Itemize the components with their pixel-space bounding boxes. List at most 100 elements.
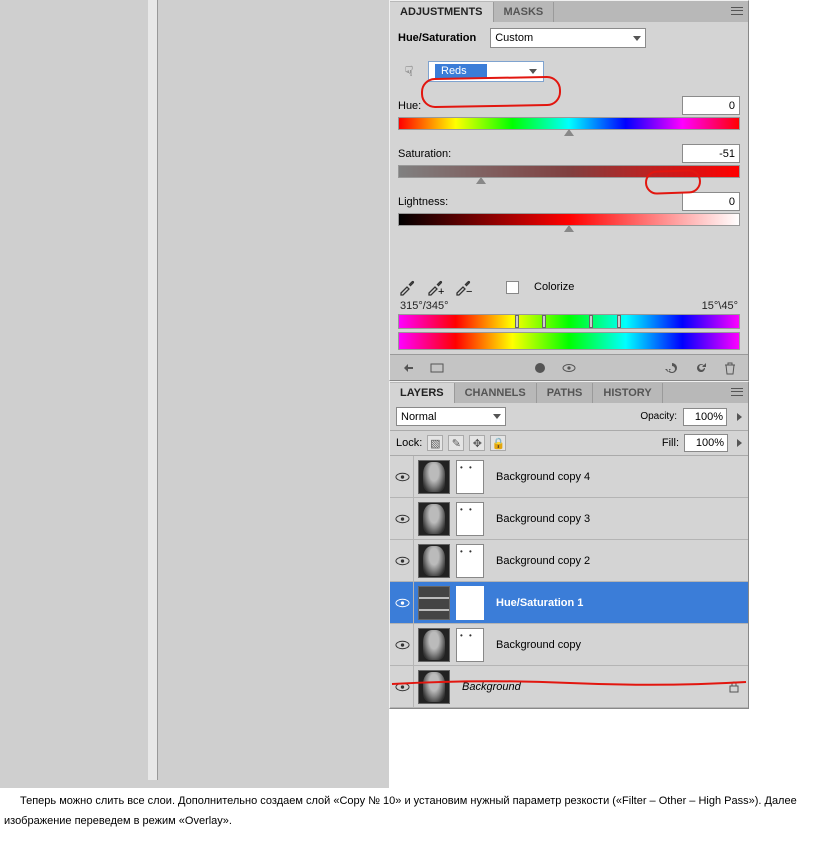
eyedropper-add-icon[interactable]: + bbox=[426, 278, 444, 296]
fill-label: Fill: bbox=[662, 437, 679, 449]
tab-history[interactable]: HISTORY bbox=[593, 383, 662, 403]
opacity-input[interactable]: 100% bbox=[683, 408, 727, 426]
range-right-label: 15°\45° bbox=[702, 300, 738, 312]
eyedropper-icon[interactable] bbox=[398, 278, 416, 296]
svg-text:+: + bbox=[438, 286, 444, 296]
layer-row[interactable]: • • Background copy 4 bbox=[390, 456, 748, 498]
chevron-down-icon bbox=[529, 69, 537, 74]
colorize-label: Colorize bbox=[534, 281, 574, 293]
color-range-slider[interactable] bbox=[398, 314, 740, 329]
layer-thumbnail[interactable] bbox=[418, 670, 450, 704]
layer-mask-thumbnail[interactable]: • • bbox=[456, 628, 484, 662]
adjustment-title: Hue/Saturation bbox=[398, 32, 476, 44]
layer-row[interactable]: • • Background copy 3 bbox=[390, 498, 748, 540]
tab-paths[interactable]: PATHS bbox=[537, 383, 594, 403]
layer-thumbnail[interactable] bbox=[418, 544, 450, 578]
tab-masks[interactable]: MASKS bbox=[494, 2, 555, 22]
visibility-toggle[interactable] bbox=[392, 456, 414, 497]
layer-name[interactable]: Background copy 3 bbox=[496, 513, 590, 525]
return-to-list-icon[interactable] bbox=[398, 359, 418, 377]
lock-icon bbox=[728, 681, 740, 693]
lightness-slider[interactable] bbox=[398, 213, 740, 226]
layer-name[interactable]: Background bbox=[462, 681, 521, 693]
blend-mode-value: Normal bbox=[401, 411, 436, 423]
visibility-toggle[interactable] bbox=[392, 666, 414, 707]
document-canvas-area bbox=[0, 0, 389, 788]
adjustments-panel: ADJUSTMENTS MASKS Hue/Saturation Custom … bbox=[389, 0, 749, 381]
hue-input[interactable] bbox=[682, 96, 740, 115]
slider-thumb-icon[interactable] bbox=[564, 129, 574, 136]
layer-row[interactable]: • • Background copy bbox=[390, 624, 748, 666]
hue-slider[interactable] bbox=[398, 117, 740, 130]
layer-mask-thumbnail[interactable]: • • bbox=[456, 544, 484, 578]
adjustments-footer bbox=[390, 354, 748, 380]
range-left-label: 315°/345° bbox=[400, 300, 449, 312]
saturation-slider[interactable] bbox=[398, 165, 740, 178]
preset-value: Custom bbox=[495, 32, 533, 44]
layer-thumbnail[interactable] bbox=[418, 460, 450, 494]
layer-row[interactable]: Background bbox=[390, 666, 748, 708]
slider-thumb-icon[interactable] bbox=[476, 177, 486, 184]
targeted-adjustment-tool-icon[interactable]: ☟ bbox=[398, 60, 420, 82]
layers-tabbar: LAYERS CHANNELS PATHS HISTORY bbox=[390, 382, 748, 403]
opacity-label: Opacity: bbox=[640, 411, 677, 422]
hue-label: Hue: bbox=[398, 100, 421, 112]
spectrum-bar bbox=[398, 332, 740, 350]
layer-name[interactable]: Background copy bbox=[496, 639, 581, 651]
lock-row: Lock: ▧ ✎ ✥ 🔒 Fill: 100% bbox=[390, 431, 748, 456]
visibility-toggle[interactable] bbox=[392, 582, 414, 623]
adjustment-layer-thumbnail[interactable] bbox=[418, 586, 450, 620]
chevron-down-icon bbox=[493, 414, 501, 419]
adjustments-tabbar: ADJUSTMENTS MASKS bbox=[390, 1, 748, 22]
tab-channels[interactable]: CHANNELS bbox=[455, 383, 537, 403]
lock-transparent-icon[interactable]: ▧ bbox=[427, 435, 443, 451]
tab-layers[interactable]: LAYERS bbox=[390, 383, 455, 403]
layer-thumbnail[interactable] bbox=[418, 502, 450, 536]
lock-all-icon[interactable]: 🔒 bbox=[490, 435, 506, 451]
previous-state-icon[interactable] bbox=[662, 359, 682, 377]
saturation-input[interactable] bbox=[682, 144, 740, 163]
layer-mask-thumbnail[interactable]: • • bbox=[456, 460, 484, 494]
trash-icon[interactable] bbox=[720, 359, 740, 377]
panel-menu-icon[interactable] bbox=[729, 385, 745, 399]
visibility-toggle[interactable] bbox=[392, 624, 414, 665]
fill-input[interactable]: 100% bbox=[684, 434, 728, 452]
layer-name[interactable]: Background copy 4 bbox=[496, 471, 590, 483]
channel-dropdown[interactable]: Reds bbox=[428, 61, 544, 82]
layers-panel: LAYERS CHANNELS PATHS HISTORY Normal Opa… bbox=[389, 381, 749, 709]
reset-icon[interactable] bbox=[691, 359, 711, 377]
visibility-toggle[interactable] bbox=[392, 498, 414, 539]
chevron-right-icon[interactable] bbox=[737, 413, 742, 421]
toggle-visibility-icon[interactable] bbox=[559, 359, 579, 377]
lightness-input[interactable] bbox=[682, 192, 740, 211]
preset-dropdown[interactable]: Custom bbox=[490, 28, 646, 48]
slider-thumb-icon[interactable] bbox=[564, 225, 574, 232]
chevron-right-icon[interactable] bbox=[737, 439, 742, 447]
document-text: Теперь можно слить все слои. Дополнитель… bbox=[0, 790, 816, 830]
layer-name[interactable]: Background copy 2 bbox=[496, 555, 590, 567]
lock-position-icon[interactable]: ✥ bbox=[469, 435, 485, 451]
layer-row-selected[interactable]: Hue/Saturation 1 bbox=[390, 582, 748, 624]
visibility-toggle[interactable] bbox=[392, 540, 414, 581]
expand-view-icon[interactable] bbox=[427, 359, 447, 377]
layer-mask-thumbnail[interactable]: • • bbox=[456, 502, 484, 536]
channel-value: Reds bbox=[435, 64, 487, 78]
lightness-label: Lightness: bbox=[398, 196, 448, 208]
eyedropper-subtract-icon[interactable]: − bbox=[454, 278, 472, 296]
layer-row[interactable]: • • Background copy 2 bbox=[390, 540, 748, 582]
colorize-checkbox[interactable] bbox=[506, 281, 519, 294]
panel-divider-handle[interactable] bbox=[148, 0, 158, 780]
layer-name[interactable]: Hue/Saturation 1 bbox=[496, 597, 583, 609]
lock-label: Lock: bbox=[396, 437, 422, 449]
layer-mask-thumbnail[interactable] bbox=[456, 586, 484, 620]
layer-thumbnail[interactable] bbox=[418, 628, 450, 662]
lock-image-icon[interactable]: ✎ bbox=[448, 435, 464, 451]
chevron-down-icon bbox=[633, 36, 641, 41]
layer-list: • • Background copy 4 • • Background cop… bbox=[390, 456, 748, 708]
saturation-label: Saturation: bbox=[398, 148, 451, 160]
clip-to-layer-icon[interactable] bbox=[530, 359, 550, 377]
blend-mode-dropdown[interactable]: Normal bbox=[396, 407, 506, 426]
layer-controls-row: Normal Opacity: 100% bbox=[390, 403, 748, 431]
tab-adjustments[interactable]: ADJUSTMENTS bbox=[390, 2, 494, 22]
panel-menu-icon[interactable] bbox=[729, 4, 745, 18]
